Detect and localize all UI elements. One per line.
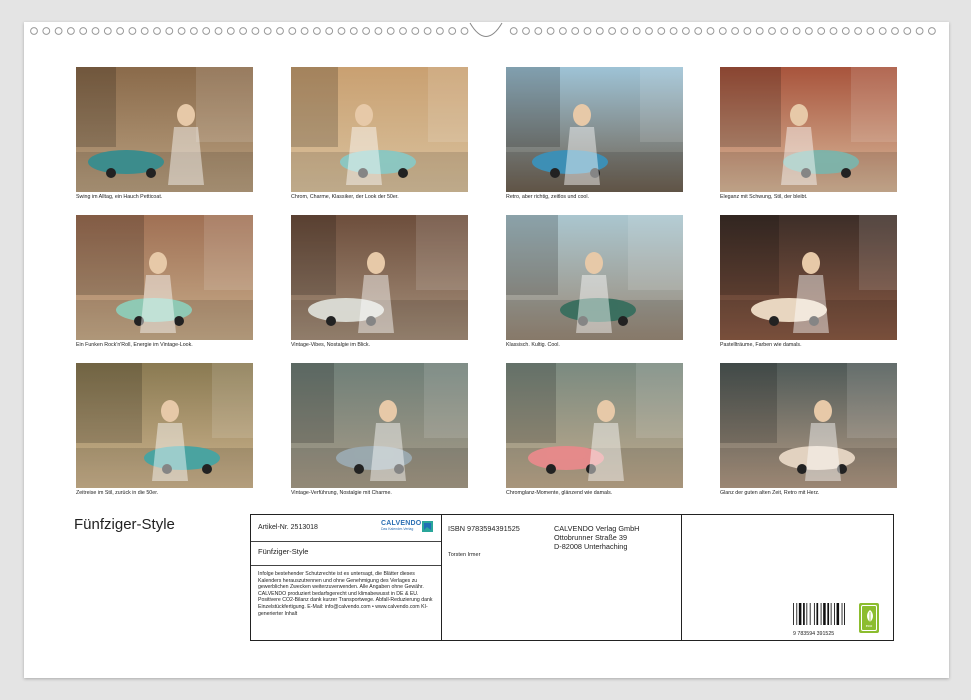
photo-image bbox=[76, 67, 253, 192]
photo-image bbox=[506, 215, 683, 340]
calvendo-logo: CALVENDO Das Kalender-Verlag bbox=[381, 520, 433, 532]
preview-caption: Pastellträume, Farben wie damals. bbox=[720, 342, 802, 348]
article-number: Artikel-Nr. 2513018 bbox=[258, 524, 318, 531]
preview-caption: Vintage-Vibes, Nostalgie im Blick. bbox=[291, 342, 371, 348]
photo-image bbox=[506, 363, 683, 488]
photo-image bbox=[76, 363, 253, 488]
preview-tile: Klassisch. Kultig. Cool. bbox=[506, 215, 683, 349]
imprint-column-right: 9 783594 391525 eco bbox=[681, 515, 893, 640]
photo-image bbox=[506, 67, 683, 192]
preview-caption: Klassisch. Kultig. Cool. bbox=[506, 342, 560, 348]
divider bbox=[251, 565, 441, 566]
preview-photo bbox=[291, 215, 468, 340]
leaf-icon bbox=[867, 610, 873, 622]
photo-image bbox=[720, 363, 897, 488]
preview-photo bbox=[720, 215, 897, 340]
preview-photo bbox=[76, 67, 253, 192]
preview-caption: Glanz der guten alten Zeit, Retro mit He… bbox=[720, 490, 820, 496]
calendar-hanger bbox=[469, 22, 503, 38]
barcode-number: 9 783594 391525 bbox=[793, 631, 835, 637]
preview-tile: Retro, aber richtig, zeitlos und cool. bbox=[506, 67, 683, 201]
logo-wordmark: CALVENDO bbox=[381, 520, 422, 527]
photo-image bbox=[720, 67, 897, 192]
publisher-name: CALVENDO Verlag GmbH bbox=[554, 524, 640, 533]
preview-photo bbox=[76, 363, 253, 488]
preview-tile: Pastellträume, Farben wie damals. bbox=[720, 215, 897, 349]
eco-label: eco bbox=[865, 623, 873, 628]
calvendo-flag-icon bbox=[422, 521, 433, 532]
preview-photo bbox=[291, 67, 468, 192]
preview-tile: Ein Funken Rock'n'Roll, Energie im Vinta… bbox=[76, 215, 253, 349]
preview-photo bbox=[506, 67, 683, 192]
preview-tile: Chrom, Charme, Klassiker, der Look der 5… bbox=[291, 67, 468, 201]
preview-photo bbox=[506, 215, 683, 340]
photo-image bbox=[291, 67, 468, 192]
preview-photo bbox=[720, 363, 897, 488]
photo-image bbox=[291, 363, 468, 488]
photo-image bbox=[291, 215, 468, 340]
legal-notice: Infolge bestehender Schutzrechte ist es … bbox=[258, 571, 433, 617]
photo-image bbox=[76, 215, 253, 340]
imprint-column-middle: ISBN 9783594391525 CALVENDO Verlag GmbH … bbox=[441, 515, 682, 640]
publisher-address: CALVENDO Verlag GmbH Ottobrunner Straße … bbox=[554, 524, 639, 551]
preview-tile: Vintage-Verführung, Nostalgie mit Charme… bbox=[291, 363, 468, 497]
imprint-box: Artikel-Nr. 2513018 CALVENDO Das Kalende… bbox=[250, 514, 894, 641]
preview-caption: Zeitreise im Stil, zurück in die 50er. bbox=[76, 490, 159, 496]
preview-tile: Eleganz mit Schwung, Stil, der bleibt. bbox=[720, 67, 897, 201]
photo-image bbox=[720, 215, 897, 340]
preview-photo bbox=[506, 363, 683, 488]
preview-caption: Chromglanz-Momente, glänzend wie damals. bbox=[506, 490, 613, 496]
imprint-title: Fünfziger-Style bbox=[258, 547, 309, 556]
author-name: Torsten Irmer bbox=[448, 552, 481, 558]
preview-photo bbox=[291, 363, 468, 488]
preview-caption: Chrom, Charme, Klassiker, der Look der 5… bbox=[291, 194, 399, 200]
preview-photo bbox=[76, 215, 253, 340]
barcode: 9 783594 391525 bbox=[793, 603, 846, 637]
barcode-icon bbox=[793, 603, 846, 625]
logo-tagline: Das Kalender-Verlag bbox=[381, 527, 414, 531]
preview-photo bbox=[720, 67, 897, 192]
imprint-column-left: Artikel-Nr. 2513018 CALVENDO Das Kalende… bbox=[251, 515, 442, 640]
eco-badge: eco bbox=[859, 603, 879, 633]
preview-tile: Vintage-Vibes, Nostalgie im Blick. bbox=[291, 215, 468, 349]
preview-tile: Swing im Alltag, ein Hauch Petticoat. bbox=[76, 67, 253, 201]
calendar-title: Fünfziger-Style bbox=[74, 516, 175, 533]
preview-tile: Zeitreise im Stil, zurück in die 50er. bbox=[76, 363, 253, 497]
publisher-city: D-82008 Unterhaching bbox=[554, 542, 628, 551]
preview-caption: Eleganz mit Schwung, Stil, der bleibt. bbox=[720, 194, 808, 200]
preview-caption: Swing im Alltag, ein Hauch Petticoat. bbox=[76, 194, 163, 200]
preview-tile: Glanz der guten alten Zeit, Retro mit He… bbox=[720, 363, 897, 497]
preview-tile: Chromglanz-Momente, glänzend wie damals. bbox=[506, 363, 683, 497]
preview-caption: Ein Funken Rock'n'Roll, Energie im Vinta… bbox=[76, 342, 193, 348]
divider bbox=[251, 541, 441, 542]
preview-caption: Vintage-Verführung, Nostalgie mit Charme… bbox=[291, 490, 392, 496]
isbn: ISBN 9783594391525 bbox=[448, 524, 520, 533]
preview-caption: Retro, aber richtig, zeitlos und cool. bbox=[506, 194, 590, 200]
publisher-street: Ottobrunner Straße 39 bbox=[554, 533, 628, 542]
